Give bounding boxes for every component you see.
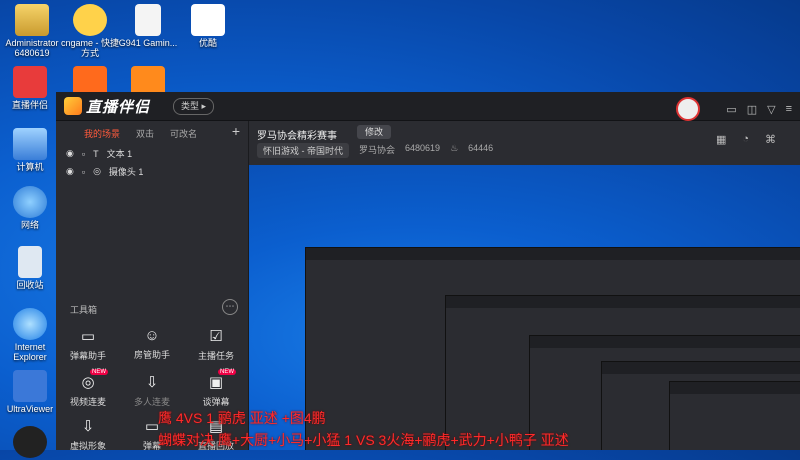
shirt-icon[interactable]: ▽ bbox=[767, 103, 775, 116]
room-name: 罗马协会 bbox=[359, 145, 396, 155]
network-icon[interactable]: 网络 bbox=[0, 186, 62, 230]
tab-double-click[interactable]: 双击 bbox=[136, 127, 154, 140]
room-meta: 怀旧游戏 - 帝国时代 罗马协会 6480619 ♨ 64446 bbox=[257, 143, 493, 158]
tab-rename[interactable]: 可改名 bbox=[170, 127, 197, 140]
download-icon: ⇩ bbox=[145, 374, 159, 391]
task-icon: ☑ bbox=[209, 328, 223, 345]
file-icon bbox=[135, 4, 161, 36]
download-icon: ⇩ bbox=[81, 418, 95, 435]
qq-icon[interactable] bbox=[0, 426, 62, 460]
youku-logo-icon bbox=[191, 4, 225, 36]
scene-panel: 我的场景 双击 可改名 + ◉ ▫ T 文本 1 ◉ ▫ ◎ 摄像头 1 工具箱… bbox=[56, 121, 249, 452]
eye-icon[interactable]: ◉ bbox=[66, 148, 74, 159]
video-link-icon: ◎ bbox=[81, 374, 95, 391]
new-badge: NEW bbox=[90, 369, 108, 375]
tool-label: 弹幕助手 bbox=[69, 351, 106, 361]
recycle-bin-icon[interactable]: 回收站 bbox=[0, 246, 62, 290]
overlay-line-1: 鹰 4VS 1 鹂虎 亚述 +图4鹏 bbox=[158, 410, 326, 426]
folder-icon bbox=[15, 4, 49, 36]
desktop-icon-label: G941 Gamin... bbox=[118, 38, 178, 48]
ultraviewer-icon[interactable]: UltraViewer bbox=[0, 370, 62, 414]
room-title: 罗马协会精彩赛事 bbox=[257, 131, 337, 142]
unlock-icon[interactable]: ◔ bbox=[742, 133, 749, 146]
more-icon[interactable]: ⌘ bbox=[765, 133, 776, 146]
source-row[interactable]: ◉ ▫ ◎ 摄像头 1 bbox=[66, 165, 143, 178]
administrator-icon[interactable]: Administrator 6480619 bbox=[0, 4, 64, 58]
internet-explorer-icon bbox=[13, 308, 47, 340]
tool-label: 谈弹幕 bbox=[202, 397, 230, 407]
desktop-icon-label: 直播伴侣 bbox=[11, 100, 48, 110]
app-logo-icon bbox=[64, 97, 82, 115]
danmu-helper-button[interactable]: ▭ 弹幕助手 bbox=[58, 327, 118, 362]
type-button[interactable]: 类型 ▸ bbox=[173, 98, 215, 115]
camera-icon: ◎ bbox=[93, 166, 101, 176]
room-manager-button[interactable]: ☺ 房管助手 bbox=[122, 327, 182, 361]
streamer-task-button[interactable]: ☑ 主播任务 bbox=[186, 327, 246, 362]
skin-icon[interactable]: ◫ bbox=[747, 103, 757, 116]
tool-label: 多人连麦 bbox=[133, 397, 170, 407]
source-label: 文本 1 bbox=[106, 149, 133, 159]
g941-file-icon[interactable]: G941 Gamin... bbox=[116, 4, 180, 48]
user-icon: ☺ bbox=[144, 327, 160, 344]
desktop-icon-label: 优酷 bbox=[198, 38, 217, 48]
main-area: 罗马协会精彩赛事 修改 怀旧游戏 - 帝国时代 罗马协会 6480619 ♨ 6… bbox=[249, 121, 800, 450]
text-source-icon: T bbox=[93, 148, 99, 159]
new-badge: NEW bbox=[218, 369, 236, 375]
cngame-face-icon bbox=[73, 4, 107, 36]
multi-link-button[interactable]: ⇩ 多人连麦 bbox=[122, 373, 182, 408]
cngame-shortcut-icon[interactable]: cngame - 快捷方式 bbox=[58, 4, 122, 58]
category-tag[interactable]: 怀旧游戏 - 帝国时代 bbox=[257, 143, 349, 158]
toolbox-more-icon[interactable]: ⋯ bbox=[222, 299, 238, 315]
tool-label: 主播任务 bbox=[197, 351, 234, 361]
lock-icon[interactable]: ▫ bbox=[82, 149, 85, 159]
trash-icon bbox=[18, 246, 42, 278]
computer-icon[interactable]: 计算机 bbox=[0, 128, 62, 172]
zhibo-banlv-icon[interactable]: 直播伴侣 bbox=[0, 66, 62, 110]
monitor-icon bbox=[13, 128, 47, 160]
nested-window-5 bbox=[669, 381, 800, 450]
overlay-line-2: 蝴蝶对决 鹰+大厨+小马+小猛 1 VS 3火海+鹂虎+武力+小鸭子 亚述 bbox=[158, 432, 569, 448]
app-logo-text: 直播伴侣 bbox=[86, 99, 151, 116]
toolbox-title: 工具箱 bbox=[70, 305, 98, 315]
app-window: 直播伴侣 类型 ▸ ▭ ◫ ▽ ≡ 我的场景 双击 可改名 + ◉ ▫ T 文本… bbox=[56, 92, 800, 452]
lock-icon[interactable]: ▫ bbox=[82, 167, 85, 177]
message-icon[interactable]: ▭ bbox=[726, 103, 736, 116]
source-label: 摄像头 1 bbox=[108, 167, 144, 177]
desktop-icon-label: cngame - 快捷方式 bbox=[60, 38, 120, 58]
menu-icon[interactable]: ≡ bbox=[786, 103, 792, 115]
zhibo-logo-icon bbox=[13, 66, 47, 98]
youku-icon[interactable]: 优酷 bbox=[176, 4, 240, 48]
ie-icon[interactable]: Internet Explorer bbox=[0, 308, 62, 362]
fire-icon: ♨ bbox=[450, 143, 459, 153]
desktop-icon-label: UltraViewer bbox=[6, 404, 54, 414]
stream-preview[interactable] bbox=[249, 165, 800, 450]
virtual-avatar-button[interactable]: ⇩ 虚拟形象 bbox=[58, 417, 118, 452]
chat-icon: ▭ bbox=[80, 328, 96, 345]
app-topbar: 直播伴侣 类型 ▸ ▭ ◫ ▽ ≡ bbox=[56, 92, 800, 121]
desktop-icon-label: 网络 bbox=[20, 220, 39, 230]
talk-danmu-button[interactable]: ▣ 谈弹幕 NEW bbox=[186, 369, 246, 408]
penguin-icon bbox=[13, 426, 47, 458]
gift-icon[interactable]: ▦ bbox=[716, 133, 726, 146]
desktop-icon-label: Internet Explorer bbox=[13, 342, 47, 362]
popularity-count: 64446 bbox=[468, 143, 494, 153]
ultraviewer-logo-icon bbox=[13, 370, 47, 402]
scene-tabs: 我的场景 双击 可改名 bbox=[84, 127, 197, 140]
add-scene-icon[interactable]: + bbox=[232, 123, 240, 139]
desktop-icon-label: 计算机 bbox=[16, 162, 44, 172]
desktop-icon-label: Administrator 6480619 bbox=[5, 38, 59, 58]
source-row[interactable]: ◉ ▫ T 文本 1 bbox=[66, 147, 132, 160]
video-link-button[interactable]: ◎ 视频连麦 NEW bbox=[58, 369, 118, 408]
tool-label: 视频连麦 bbox=[69, 397, 106, 407]
tool-label: 房管助手 bbox=[133, 350, 170, 360]
globe-icon bbox=[13, 186, 47, 218]
eye-icon[interactable]: ◉ bbox=[66, 166, 74, 177]
avatar[interactable] bbox=[676, 97, 701, 121]
desktop-icon-label: 回收站 bbox=[16, 280, 44, 290]
room-id: 6480619 bbox=[405, 143, 441, 153]
edit-button[interactable]: 修改 bbox=[357, 125, 392, 139]
tab-my-scene[interactable]: 我的场景 bbox=[84, 127, 120, 140]
danmu-icon: ▣ bbox=[208, 374, 224, 391]
